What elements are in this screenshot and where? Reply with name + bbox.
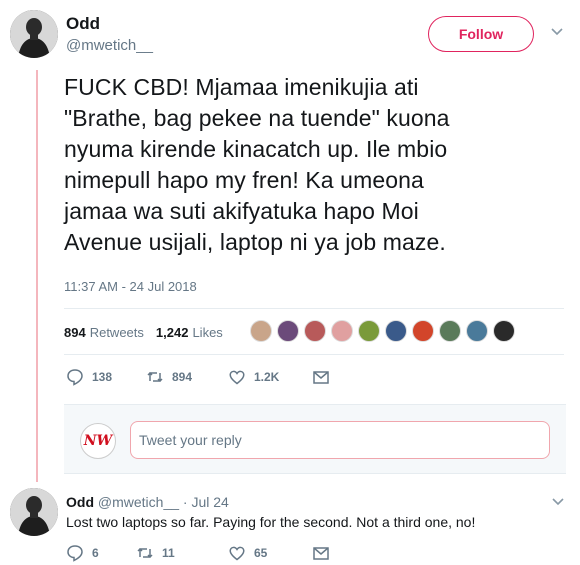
chevron-down-icon[interactable]: [552, 498, 564, 506]
liker-avatar[interactable]: [331, 320, 353, 342]
reply-handle[interactable]: @mwetich__: [98, 494, 179, 510]
heart-icon: [229, 546, 245, 561]
message-action[interactable]: [312, 368, 338, 386]
reply-actions: 6 11 65: [66, 544, 338, 562]
profile-photo: [10, 10, 58, 58]
tweet-text-line: nyuma kirende kinacatch up. Ile mbio: [64, 136, 448, 162]
follow-button[interactable]: Follow: [428, 16, 534, 52]
likes-label[interactable]: Likes: [192, 325, 222, 340]
tweet-text-line: jamaa wa suti akifyatuka hapo Moi: [64, 198, 419, 224]
reply-icon: [67, 369, 83, 386]
envelope-icon: [313, 371, 329, 384]
divider: [64, 308, 564, 309]
message-action[interactable]: [312, 544, 338, 562]
liker-avatar[interactable]: [493, 320, 515, 342]
thread-connector-line: [36, 70, 38, 482]
retweet-icon: [147, 371, 163, 383]
divider: [64, 354, 564, 355]
reply-composer: NW Tweet your reply: [64, 404, 566, 474]
likes-count[interactable]: 1,242: [156, 325, 189, 340]
tweet-text-line: FUCK CBD! Mjamaa imenikujia ati: [64, 74, 419, 100]
tweet-text-line: "Brathe, bag pekee na tuende" kuona: [64, 105, 450, 131]
tweet-timestamp[interactable]: 11:37 AM - 24 Jul 2018: [64, 279, 197, 294]
reply-count: 6: [92, 546, 99, 560]
engagement-stats: 894 Retweets 1,242 Likes: [64, 325, 223, 340]
tweet-text-line: nimepull hapo my fren! Ka umeona: [64, 167, 424, 193]
liker-avatar[interactable]: [466, 320, 488, 342]
liker-avatar[interactable]: [439, 320, 461, 342]
avatar[interactable]: [10, 10, 58, 58]
liker-avatar[interactable]: [385, 320, 407, 342]
like-count: 65: [254, 546, 268, 560]
retweet-action[interactable]: 11: [136, 544, 228, 562]
heart-icon: [229, 370, 245, 385]
reply-action[interactable]: 6: [66, 544, 136, 562]
retweet-action[interactable]: 894: [146, 368, 228, 386]
liker-avatar[interactable]: [358, 320, 380, 342]
envelope-icon: [313, 547, 329, 560]
reply-count: 138: [92, 370, 113, 384]
reply-text: Lost two laptops so far. Paying for the …: [66, 514, 476, 530]
avatar[interactable]: [10, 488, 58, 536]
retweet-count: 11: [162, 546, 175, 560]
reply-action[interactable]: 138: [66, 368, 146, 386]
reply-date[interactable]: · Jul 24: [183, 494, 229, 510]
tweet-text: FUCK CBD! Mjamaa imenikujia ati "Brathe,…: [64, 72, 564, 258]
chevron-down-icon[interactable]: [551, 28, 563, 36]
retweets-label[interactable]: Retweets: [90, 325, 144, 340]
like-count: 1.2K: [254, 370, 280, 384]
profile-photo: [10, 488, 58, 536]
current-user-avatar[interactable]: NW: [80, 423, 116, 459]
like-action[interactable]: 1.2K: [228, 368, 312, 386]
reply-input[interactable]: Tweet your reply: [130, 421, 550, 459]
liker-avatar[interactable]: [277, 320, 299, 342]
like-action[interactable]: 65: [228, 544, 312, 562]
reply-display-name[interactable]: Odd: [66, 494, 94, 510]
reply-header: Odd @mwetich__ · Jul 24: [66, 494, 229, 510]
liker-avatar[interactable]: [412, 320, 434, 342]
display-name[interactable]: Odd: [66, 14, 100, 34]
retweet-count: 894: [172, 370, 193, 384]
liker-avatars: [250, 320, 520, 342]
tweet-text-line: Avenue usijali, laptop ni ya job maze.: [64, 229, 446, 255]
liker-avatar[interactable]: [250, 320, 272, 342]
username-handle[interactable]: @mwetich__: [66, 37, 153, 54]
tweet-actions: 138 894 1.2K: [66, 368, 338, 386]
liker-avatar[interactable]: [304, 320, 326, 342]
retweet-icon: [137, 547, 153, 559]
reply-icon: [67, 545, 83, 562]
retweets-count[interactable]: 894: [64, 325, 86, 340]
